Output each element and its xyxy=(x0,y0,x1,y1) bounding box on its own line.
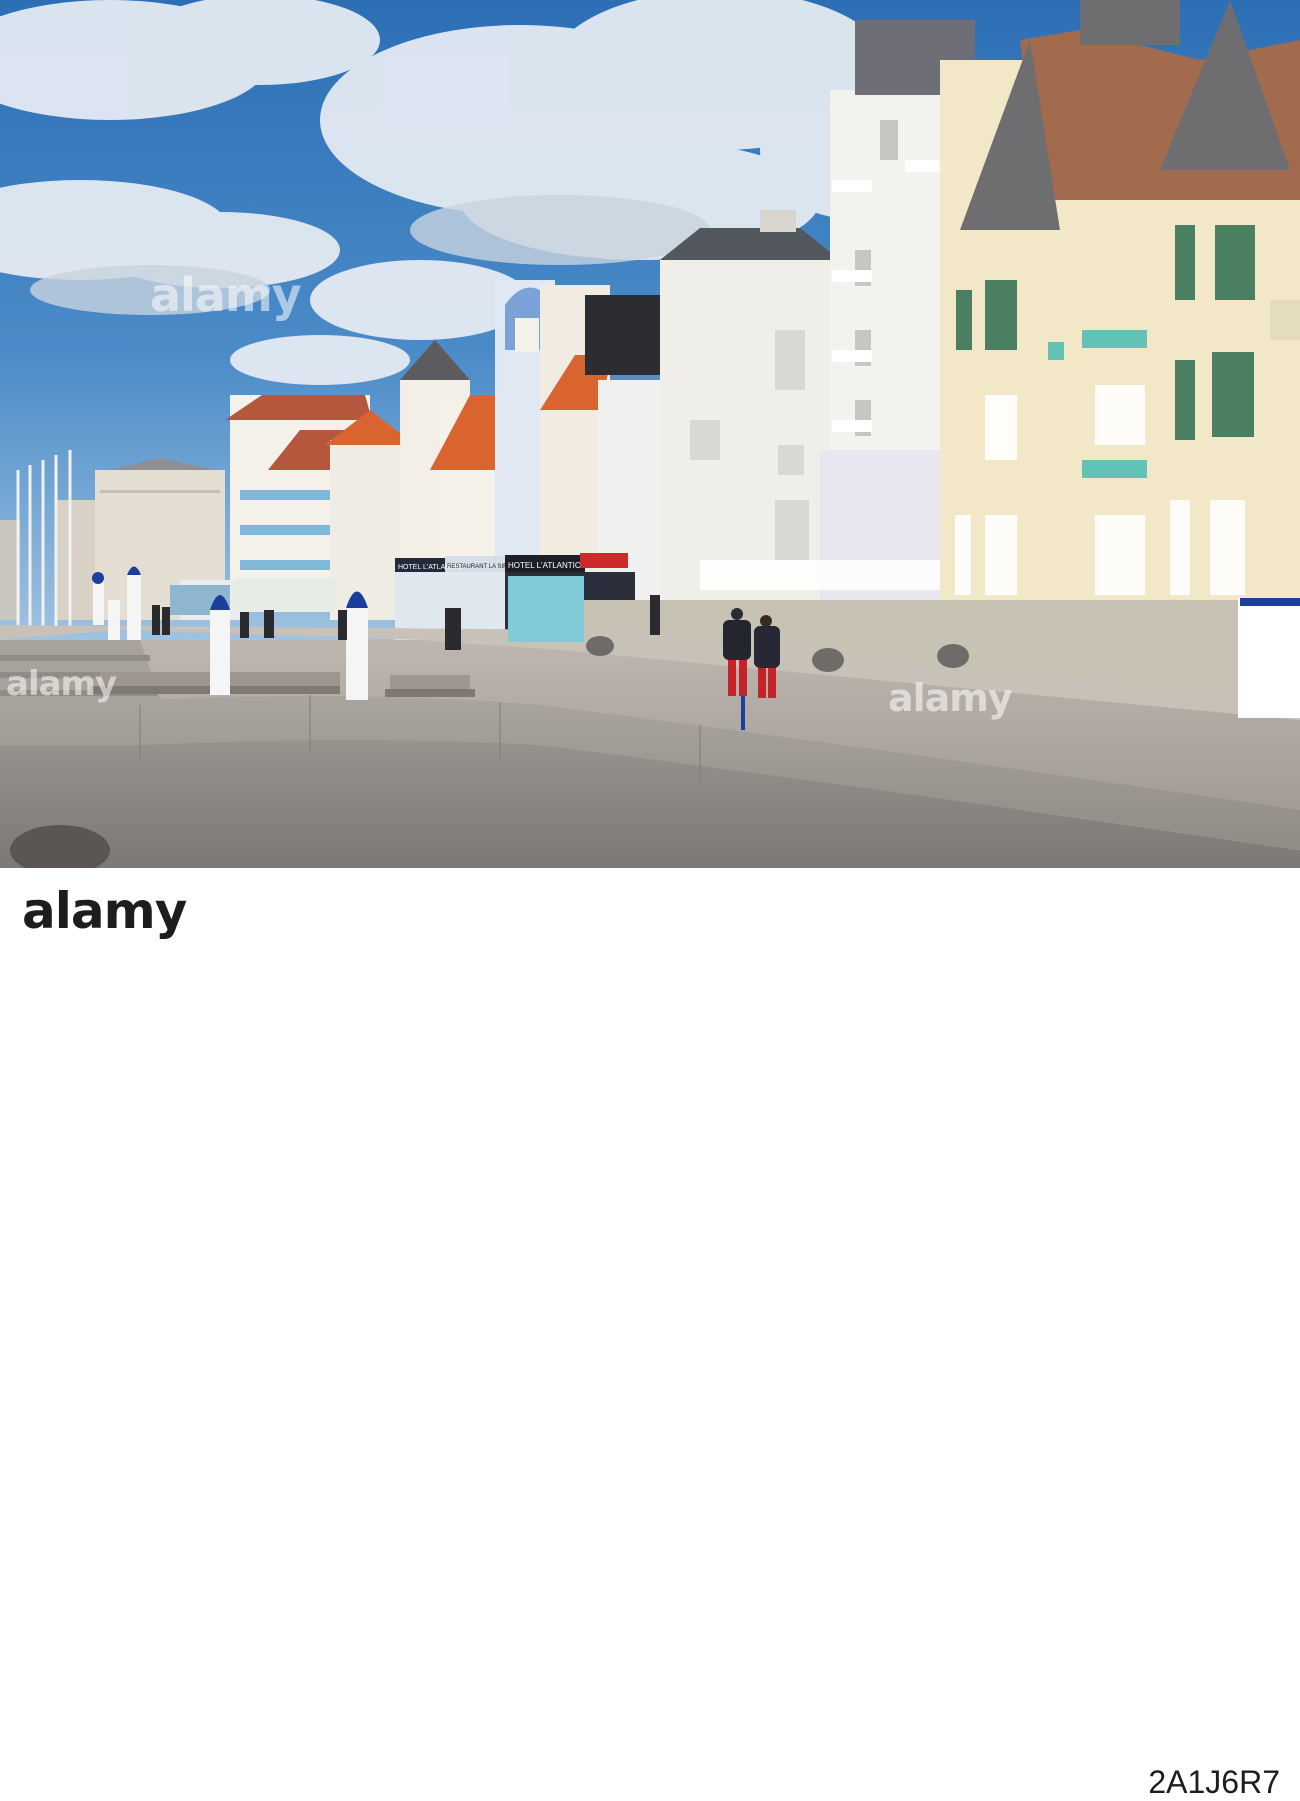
stock-footer: alamy 2A1J6R7 xyxy=(0,868,1300,1800)
alamy-logo-text: alamy xyxy=(22,882,187,940)
beach-cabin xyxy=(1238,598,1300,718)
white-villa xyxy=(660,210,840,620)
sign-hotel-atlantic: HOTEL L'ATLANTIC xyxy=(508,561,581,570)
cream-villa xyxy=(940,0,1300,620)
image-id: 2A1J6R7 xyxy=(1148,1764,1280,1800)
kiosk xyxy=(508,576,584,642)
promenade-photo: HOTEL L'ATLANTIC RESTAURANT LA SIRENNE H… xyxy=(0,0,1300,868)
benches xyxy=(90,672,475,697)
alamy-logo[interactable]: alamy xyxy=(22,882,187,940)
photo-canvas: HOTEL L'ATLANTIC RESTAURANT LA SIRENNE H… xyxy=(0,0,1300,868)
